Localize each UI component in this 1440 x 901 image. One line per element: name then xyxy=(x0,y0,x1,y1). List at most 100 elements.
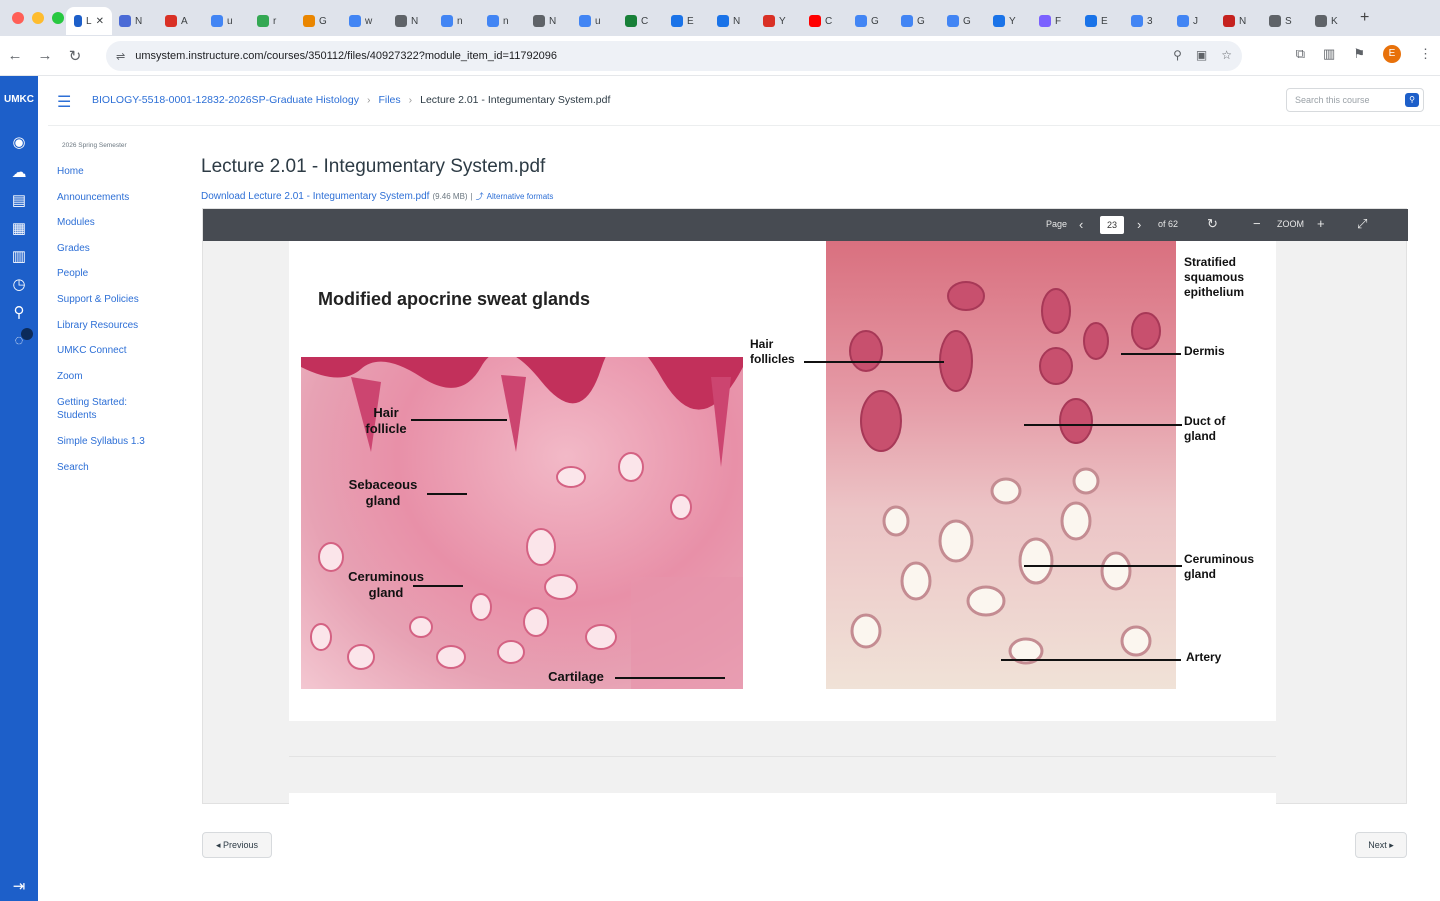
course-nav-item[interactable]: Zoom xyxy=(57,371,145,383)
browser-tab[interactable]: 3 xyxy=(1124,7,1170,35)
browser-tab[interactable]: N xyxy=(112,7,158,35)
browser-tab[interactable]: u xyxy=(204,7,250,35)
course-nav-item[interactable]: UMKC Connect xyxy=(57,345,145,357)
breadcrumb-files[interactable]: Files xyxy=(378,94,400,106)
course-nav-item[interactable]: Support & Policies xyxy=(57,294,145,306)
tab-title: n xyxy=(503,15,509,27)
back-arrow-icon[interactable]: ← xyxy=(0,47,30,64)
browser-tab[interactable]: G xyxy=(296,7,342,35)
browser-tab[interactable]: w xyxy=(342,7,388,35)
browser-tab[interactable]: u xyxy=(572,7,618,35)
download-link[interactable]: Download Lecture 2.01 - Integumentary Sy… xyxy=(201,191,429,202)
address-bar[interactable]: ⇌ umsystem.instructure.com/courses/35011… xyxy=(106,41,1242,71)
next-page-icon[interactable]: › xyxy=(1137,217,1141,232)
browser-tab-list: N Au r Gw Nn n Nu C E N Y C G G G Y F E 3 J N S K xyxy=(112,1,1354,35)
course-nav-item[interactable]: Grades xyxy=(57,243,145,255)
micrograph-right xyxy=(826,241,1176,689)
browser-tab[interactable]: C xyxy=(618,7,664,35)
browser-tab[interactable]: C xyxy=(802,7,848,35)
next-button[interactable]: Next ▸ xyxy=(1355,832,1407,858)
course-nav-item[interactable]: Simple Syllabus 1.3 xyxy=(57,436,145,448)
global-navigation: UMKC ◉ ☁ ▤ ▦ ▥ ◷ ⚲ ◌ ⇥ xyxy=(0,76,38,901)
rotate-icon[interactable]: ↻ xyxy=(1207,216,1218,232)
pdf-viewer[interactable]: Page ‹ 23 › of 62 ↻ − ZOOM + ⤢ Modified … xyxy=(202,208,1408,805)
prev-page-icon[interactable]: ‹ xyxy=(1079,217,1083,232)
browser-tab[interactable]: N xyxy=(388,7,434,35)
course-nav-item[interactable]: Library Resources xyxy=(57,320,145,332)
new-tab-button[interactable]: + xyxy=(1360,9,1369,27)
browser-tab[interactable]: Y xyxy=(986,7,1032,35)
tab-favicon-icon xyxy=(1039,15,1051,27)
course-nav-item[interactable]: Modules xyxy=(57,217,145,229)
previous-button[interactable]: ◂ Previous xyxy=(202,832,272,858)
zoom-window-button[interactable] xyxy=(52,12,64,24)
browser-tab-active[interactable]: L ✕ xyxy=(66,7,112,35)
profile-avatar[interactable]: E xyxy=(1383,45,1401,63)
admin-icon[interactable]: ☁ xyxy=(8,162,30,184)
browser-tab[interactable]: N xyxy=(526,7,572,35)
history-clock-icon[interactable]: ◷ xyxy=(8,274,30,296)
course-nav-item[interactable]: Search xyxy=(57,462,145,474)
reload-icon[interactable]: ↻ xyxy=(60,47,90,65)
browser-tab[interactable]: N xyxy=(710,7,756,35)
browser-tab[interactable]: r xyxy=(250,7,296,35)
tab-favicon-icon xyxy=(855,15,867,27)
tab-favicon-icon xyxy=(487,15,499,27)
dashboard-icon[interactable]: ▤ xyxy=(8,190,30,212)
search-submit-icon[interactable]: ⚲ xyxy=(1405,93,1419,107)
umkc-logo[interactable]: UMKC xyxy=(4,94,34,105)
search-icon[interactable]: ⚲ xyxy=(1173,48,1182,62)
browser-tab[interactable]: E xyxy=(1078,7,1124,35)
course-search-input[interactable]: Search this course ⚲ xyxy=(1286,88,1424,112)
course-nav-item[interactable]: People xyxy=(57,268,145,280)
site-info-icon[interactable]: ⇌ xyxy=(116,50,125,63)
zoom-in-icon[interactable]: + xyxy=(1317,216,1325,231)
pointer-line xyxy=(1024,565,1182,567)
menu-kebab-icon[interactable]: ⋮ xyxy=(1419,46,1432,62)
close-window-button[interactable] xyxy=(12,12,24,24)
page-number-input[interactable]: 23 xyxy=(1100,216,1124,234)
browser-tab[interactable]: J xyxy=(1170,7,1216,35)
page-divider xyxy=(289,756,1276,757)
breadcrumb-current: Lecture 2.01 - Integumentary System.pdf xyxy=(420,94,611,106)
course-nav-item[interactable]: Home xyxy=(57,166,145,178)
browser-tab[interactable]: K xyxy=(1308,7,1354,35)
browser-tab[interactable]: E xyxy=(664,7,710,35)
browser-tab[interactable]: G xyxy=(894,7,940,35)
browser-tab[interactable]: n xyxy=(480,7,526,35)
browser-tab[interactable]: S xyxy=(1262,7,1308,35)
tab-title: N xyxy=(135,15,143,27)
install-icon[interactable]: ▣ xyxy=(1196,48,1207,62)
browser-tab[interactable]: G xyxy=(848,7,894,35)
extensions-icon[interactable]: ⧉ xyxy=(1296,46,1305,62)
pdf-next-page xyxy=(289,793,1276,805)
breadcrumb-course[interactable]: BIOLOGY-5518-0001-12832-2026SP-Graduate … xyxy=(92,94,359,106)
zoom-out-icon[interactable]: − xyxy=(1253,216,1261,231)
search-nav-icon[interactable]: ⚲ xyxy=(8,302,30,324)
course-menu-toggle-icon[interactable]: ☰ xyxy=(57,92,71,112)
browser-tab[interactable]: A xyxy=(158,7,204,35)
pointer-line xyxy=(1024,424,1182,426)
courses-icon[interactable]: ▦ xyxy=(8,218,30,240)
account-avatar-icon[interactable]: ◉ xyxy=(8,132,30,154)
browser-tab[interactable]: F xyxy=(1032,7,1078,35)
alt-formats-icon[interactable]: ⤴ xyxy=(476,191,484,202)
label-artery: Artery xyxy=(1186,650,1222,664)
vpn-icon[interactable]: ⚑ xyxy=(1353,46,1365,62)
browser-tab[interactable]: n xyxy=(434,7,480,35)
course-nav-item[interactable]: Getting Started: Students xyxy=(57,396,143,422)
course-nav-item[interactable]: Announcements xyxy=(57,192,145,204)
bookmark-star-icon[interactable]: ☆ xyxy=(1221,48,1232,62)
side-panel-icon[interactable]: ▥ xyxy=(1323,46,1335,62)
alternative-formats-link[interactable]: Alternative formats xyxy=(487,192,554,201)
collapse-nav-icon[interactable]: ⇥ xyxy=(8,876,30,898)
minimize-window-button[interactable] xyxy=(32,12,44,24)
term-label: 2026 Spring Semester xyxy=(62,142,127,149)
close-tab-icon[interactable]: ✕ xyxy=(96,16,104,27)
calendar-icon[interactable]: ▥ xyxy=(8,246,30,268)
browser-tab[interactable]: Y xyxy=(756,7,802,35)
browser-tab[interactable]: N xyxy=(1216,7,1262,35)
fullscreen-icon[interactable]: ⤢ xyxy=(1357,216,1367,232)
browser-tab[interactable]: G xyxy=(940,7,986,35)
forward-arrow-icon[interactable]: → xyxy=(30,47,60,64)
